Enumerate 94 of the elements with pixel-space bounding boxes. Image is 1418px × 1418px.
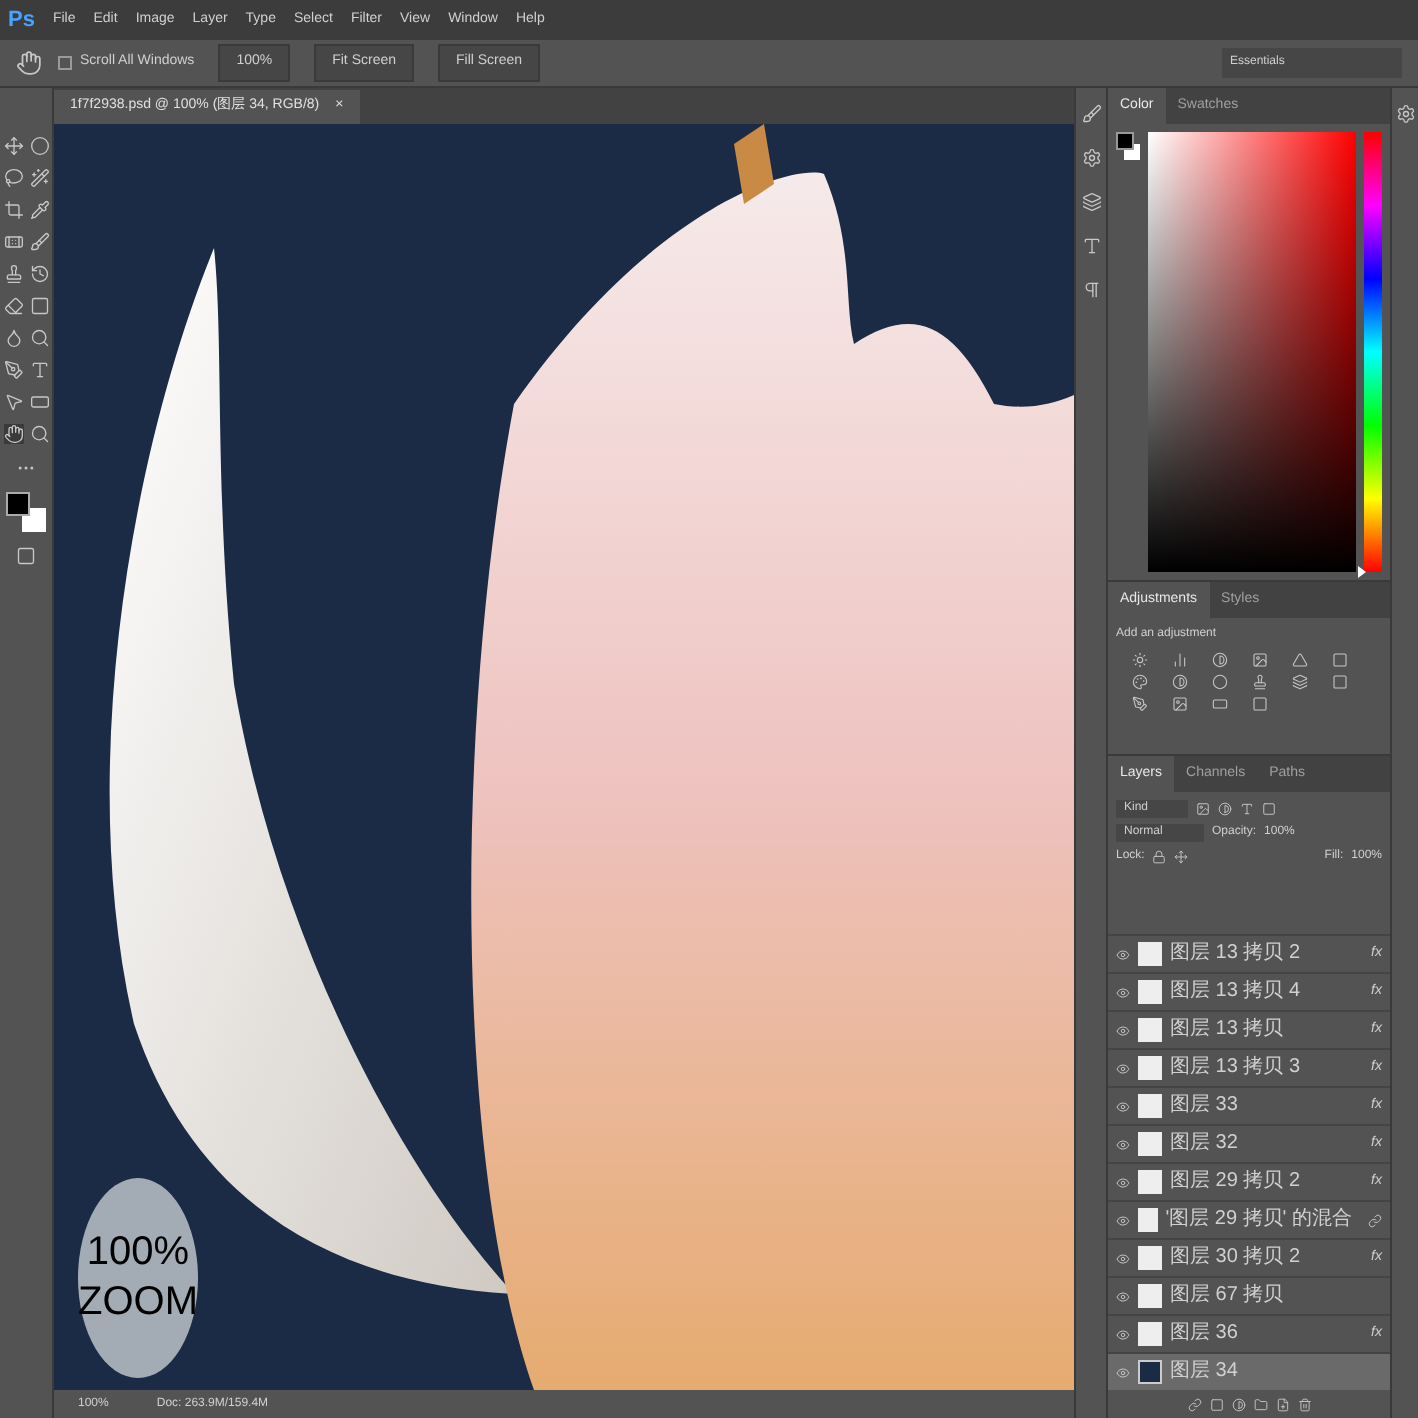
layer-thumbnail [1138, 1018, 1162, 1042]
new-layer-icon [1275, 1397, 1289, 1411]
link-icon [1368, 1213, 1382, 1227]
bandage-icon [3, 232, 23, 252]
layer-row[interactable]: 图层 34 [1108, 1352, 1390, 1390]
adjustment-icon [1132, 674, 1148, 690]
eye-icon [1116, 1099, 1130, 1113]
filter-icon [1240, 802, 1254, 816]
layer-name: 图层 36 [1170, 1322, 1238, 1346]
eye-icon [1116, 1137, 1130, 1151]
filter-icon [1196, 802, 1210, 816]
wand-icon [29, 168, 49, 188]
filter-icon [1262, 802, 1276, 816]
crop-icon [3, 200, 23, 220]
layer-thumbnail [1138, 942, 1162, 966]
app-logo: Ps [8, 5, 35, 36]
layer-thumbnail [1138, 980, 1162, 1004]
stamp-icon [3, 264, 23, 284]
hand-tool-icon [16, 50, 42, 76]
color-swatches[interactable] [1116, 132, 1140, 160]
settings-icon [1081, 148, 1101, 168]
lock-icon [1152, 850, 1167, 864]
brush-icon [29, 232, 49, 252]
eye-icon [1116, 1251, 1130, 1265]
character-icon [1081, 236, 1101, 256]
pointer-icon [3, 392, 23, 412]
type-icon [29, 360, 49, 380]
color-field[interactable] [1148, 132, 1356, 572]
checkbox[interactable] [58, 56, 72, 70]
eye-icon [1116, 1061, 1130, 1075]
adjustment-icon [1172, 696, 1188, 712]
layer-row[interactable]: '图层 29 拷贝' 的混合 [1108, 1200, 1390, 1238]
layer-name: 图层 33 [1170, 1094, 1238, 1118]
layer-name: 图层 30 拷贝 2 [1170, 1246, 1301, 1270]
eraser-icon [3, 296, 23, 316]
zoom-badge: 100% ZOOM [78, 1178, 198, 1378]
layer-name: 图层 13 拷贝 2 [1170, 942, 1301, 966]
eye-icon [1116, 1213, 1130, 1227]
layer-name: 图层 13 拷贝 [1170, 1018, 1284, 1042]
adjustment-icon [1231, 1397, 1245, 1411]
adjustment-icon [1212, 652, 1228, 668]
layer-thumbnail [1138, 1208, 1158, 1232]
adjustment-icon [1252, 674, 1268, 690]
layer-thumbnail [1138, 1094, 1162, 1118]
mask-icon [1209, 1397, 1223, 1411]
layer-name: 图层 34 [1170, 1360, 1238, 1384]
color-swatches[interactable] [6, 492, 46, 532]
layer-thumbnail [1138, 1246, 1162, 1270]
layer-thumbnail [1138, 1056, 1162, 1080]
layer-thumbnail [1138, 1360, 1162, 1384]
layer-name: '图层 29 拷贝' 的混合 [1165, 1208, 1352, 1232]
eye-icon [1116, 1289, 1130, 1303]
trash-icon [1297, 1397, 1311, 1411]
layer-name: 图层 67 拷贝 [1170, 1284, 1284, 1308]
pen-icon [3, 360, 23, 380]
eye-icon [1116, 1365, 1130, 1379]
eye-icon [1116, 1023, 1130, 1037]
paragraph-icon [1081, 280, 1101, 300]
eye-icon [1116, 985, 1130, 999]
layer-thumbnail [1138, 1170, 1162, 1194]
eye-icon [1116, 947, 1130, 961]
move-tool-icon [3, 136, 23, 156]
layer-thumbnail [1138, 1284, 1162, 1308]
filter-icon [1218, 802, 1232, 816]
layer-name: 图层 13 拷贝 3 [1170, 1056, 1301, 1080]
adjustment-icon [1132, 652, 1148, 668]
move-icon [1174, 850, 1189, 864]
adjustment-icon [1252, 652, 1268, 668]
eye-icon [1116, 1175, 1130, 1189]
adjustment-icon [1132, 696, 1148, 712]
adjustment-icon [1172, 674, 1188, 690]
eye-icon [1116, 1327, 1130, 1341]
link-icon [1187, 1397, 1201, 1411]
layer-thumbnail [1138, 1132, 1162, 1156]
layer-name: 图层 32 [1170, 1132, 1238, 1156]
adjustment-icon [1252, 696, 1268, 712]
settings-icon [1395, 104, 1415, 124]
rectangle-icon [29, 392, 49, 412]
blur-icon [3, 328, 23, 348]
eyedropper-icon [29, 200, 49, 220]
history-brush-icon [29, 264, 49, 284]
hand-tool-icon [3, 424, 23, 444]
folder-icon [1253, 1397, 1267, 1411]
layer-row[interactable]: 图层 67 拷贝 [1108, 1276, 1390, 1314]
adjustment-icon [1292, 652, 1308, 668]
layer-name: 图层 29 拷贝 2 [1170, 1170, 1301, 1194]
brush-icon [1081, 104, 1101, 124]
adjustment-icon [1172, 652, 1188, 668]
lasso-icon [3, 168, 23, 188]
layer-thumbnail [1138, 1322, 1162, 1346]
adjustment-icon [1292, 674, 1308, 690]
zoom-icon [29, 424, 49, 444]
ellipse-marquee-icon [29, 136, 49, 156]
layer-name: 图层 13 拷贝 4 [1170, 980, 1301, 1004]
